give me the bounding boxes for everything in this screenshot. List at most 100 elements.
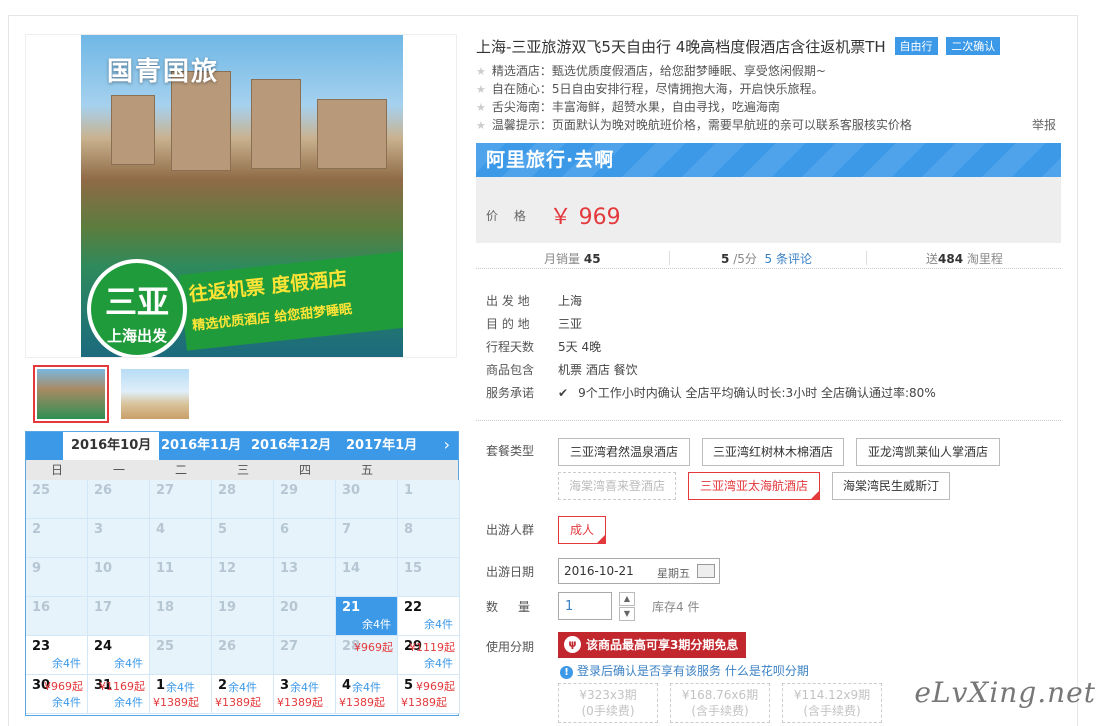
calendar-day[interactable]: 30 ¥969起 余4件 — [26, 675, 88, 714]
day-number: 30 — [342, 483, 361, 498]
detail-row: 服务承诺 ✔ 9个工作小时内确认 全店平均确认时长:3小时 全店确认通过率:80% — [486, 386, 936, 400]
calendar-day: 13 — [274, 558, 336, 597]
feature-item: ★ 自在随心：5日自由安排行程，尽情拥抱大海，开启快乐旅程。 — [476, 82, 824, 96]
package-option[interactable]: 三亚湾红树林木棉酒店 — [702, 438, 844, 466]
calendar-day: 1 — [398, 480, 460, 519]
package-option[interactable]: 亚龙湾凯莱仙人掌酒店 — [856, 438, 1000, 466]
calendar-day: 18 — [150, 597, 212, 636]
day-number: 6 — [280, 522, 290, 537]
calendar-day: 28 — [212, 480, 274, 519]
feature-item: ★ 舌尖海南：丰富海鲜，超赞水果，自由寻找，吃遍海南 — [476, 100, 780, 114]
calendar-day[interactable]: 3 余4件 ¥1389起 — [274, 675, 336, 714]
day-number: 29 — [280, 483, 299, 498]
calendar-day[interactable]: 31 ¥1169起 余4件 — [88, 675, 150, 714]
package-option[interactable]: 海棠湾民生威斯汀 — [832, 472, 950, 500]
day-number: 17 — [94, 600, 113, 615]
calendar-day: 5 — [212, 519, 274, 558]
tab-2016-10[interactable]: 2016年10月 — [63, 432, 160, 460]
calendar-day[interactable]: 1 余4件 ¥1389起 — [150, 675, 212, 714]
tag-second-confirm: 二次确认 — [946, 37, 1001, 55]
day-number: 2 — [218, 678, 228, 693]
day-remaining: 余4件 — [114, 657, 143, 670]
calendar-weekday-header: 日一二三四五六 — [26, 460, 458, 497]
installment-plan-6[interactable]: ¥168.76x6期 (含手续费) — [670, 683, 770, 723]
huabei-icon: ψ — [564, 636, 581, 653]
chevron-right-icon[interactable]: › — [444, 435, 450, 454]
day-price: ¥1389起 — [153, 696, 199, 709]
feature-item: ★ 精选酒店：甄选优质度假酒店，给您甜梦睡眠、享受悠闲假期~ — [476, 64, 826, 78]
calendar-day[interactable]: 24 余4件 — [88, 636, 150, 675]
calendar-day[interactable]: 2 余4件 ¥1389起 — [212, 675, 274, 714]
main-product-image[interactable]: 国青国旅 往返机票 度假酒店 精选优质酒店 给您甜梦睡眠 三亚 上海出发 — [25, 34, 457, 358]
calendar-month-tabs: 2016年10月 2016年11月 2016年12月 2017年1月 › — [26, 432, 458, 460]
calendar-day: 27 — [150, 480, 212, 519]
thumbnail-2[interactable] — [117, 365, 193, 423]
day-number: 14 — [342, 561, 361, 576]
report-link[interactable]: 举报 — [1032, 116, 1056, 134]
alitrip-banner: 阿里旅行·去啊 — [476, 143, 1061, 177]
calendar-day: 25 — [26, 480, 88, 519]
day-remaining: 余4件 — [352, 681, 381, 694]
tab-2016-12[interactable]: 2016年12月 — [243, 432, 339, 460]
day-number: 5 — [218, 522, 228, 537]
product-details: 出 发 地上海 目 的 地三亚 行程天数 5天 4晚 商品包含 机票 酒店 餐饮 服… — [486, 290, 1056, 405]
calendar-day: 16 — [26, 597, 88, 636]
day-number: 15 — [404, 561, 423, 576]
thumbnail-1[interactable] — [33, 365, 109, 423]
day-number: 1 — [404, 483, 414, 498]
calendar-day[interactable]: 23 余4件 — [26, 636, 88, 675]
calendar-day: 29 — [274, 480, 336, 519]
star-icon: ★ — [476, 101, 486, 114]
calendar-day: 10 — [88, 558, 150, 597]
day-number: 9 — [32, 561, 42, 576]
calendar-day: 14 — [336, 558, 398, 597]
price-box: 阿里旅行·去啊 价 格 ￥ 969 — [476, 143, 1061, 243]
package-option-selected[interactable]: 三亚湾亚太海航酒店 — [688, 472, 820, 500]
detail-row: 行程天数 5天 4晚 — [486, 340, 602, 354]
calendar-day: 27 — [274, 636, 336, 675]
tab-2016-11[interactable]: 2016年11月 — [153, 432, 249, 460]
package-option[interactable]: 三亚湾君然温泉酒店 — [558, 438, 690, 466]
installment-hint: ! 登录后确认是否享有该服务 什么是花呗分期 — [560, 662, 809, 679]
tab-2017-01[interactable]: 2017年1月 — [338, 432, 425, 460]
huabei-help-link[interactable]: 什么是花呗分期 — [725, 664, 809, 678]
calendar-day: 26 — [88, 480, 150, 519]
day-price: ¥1169起 — [99, 680, 145, 693]
day-remaining: 余4件 — [228, 681, 257, 694]
day-number: 24 — [94, 639, 113, 654]
calendar-day: 6 — [274, 519, 336, 558]
divider — [476, 420, 1061, 421]
calendar-day: 28 ¥969起 — [336, 636, 398, 675]
calendar-day[interactable]: 22 余4件 — [398, 597, 460, 636]
day-remaining: 余4件 — [114, 696, 143, 709]
detail-row: 商品包含 机票 酒店 餐饮 — [486, 363, 638, 377]
destination-badge: 三亚 上海出发 — [87, 259, 187, 357]
quantity-input[interactable]: 1 — [558, 592, 612, 620]
day-number: 11 — [156, 561, 175, 576]
reviews-link[interactable]: 5 条评论 — [765, 252, 812, 266]
calendar-day[interactable]: 5 ¥969起 ¥1389起 — [398, 675, 460, 714]
installment-plan-9[interactable]: ¥114.12x9期 (含手续费) — [782, 683, 882, 723]
date-label: 出游日期 — [486, 565, 535, 579]
day-number: 28 — [218, 483, 237, 498]
installment-promo: ψ 该商品最高可享3期分期免息 — [558, 632, 747, 658]
calendar-day[interactable]: 21 余4件 — [336, 597, 398, 636]
calendar-day[interactable]: 29 ¥1119起 余4件 — [398, 636, 460, 675]
quantity-down-button[interactable]: ▼ — [619, 607, 635, 621]
traveler-option-adult[interactable]: 成人 — [558, 516, 606, 544]
travel-date-input[interactable]: 2016-10-21 星期五 — [558, 558, 720, 584]
calendar-day: 2 — [26, 519, 88, 558]
day-number: 4 — [156, 522, 166, 537]
quantity-label: 数 量 — [486, 600, 535, 614]
detail-row: 出 发 地上海 — [486, 294, 583, 308]
day-number: 21 — [342, 600, 361, 615]
quantity-up-button[interactable]: ▲ — [619, 592, 635, 606]
day-remaining: 余4件 — [52, 657, 81, 670]
day-number: 3 — [94, 522, 104, 537]
calendar-icon — [697, 564, 715, 578]
detail-row: 目 的 地三亚 — [486, 317, 583, 331]
calendar-day: 3 — [88, 519, 150, 558]
calendar-day[interactable]: 4 余4件 ¥1389起 — [336, 675, 398, 714]
day-number: 26 — [218, 639, 237, 654]
installment-plan-3[interactable]: ¥323x3期 (0手续费) — [558, 683, 658, 723]
